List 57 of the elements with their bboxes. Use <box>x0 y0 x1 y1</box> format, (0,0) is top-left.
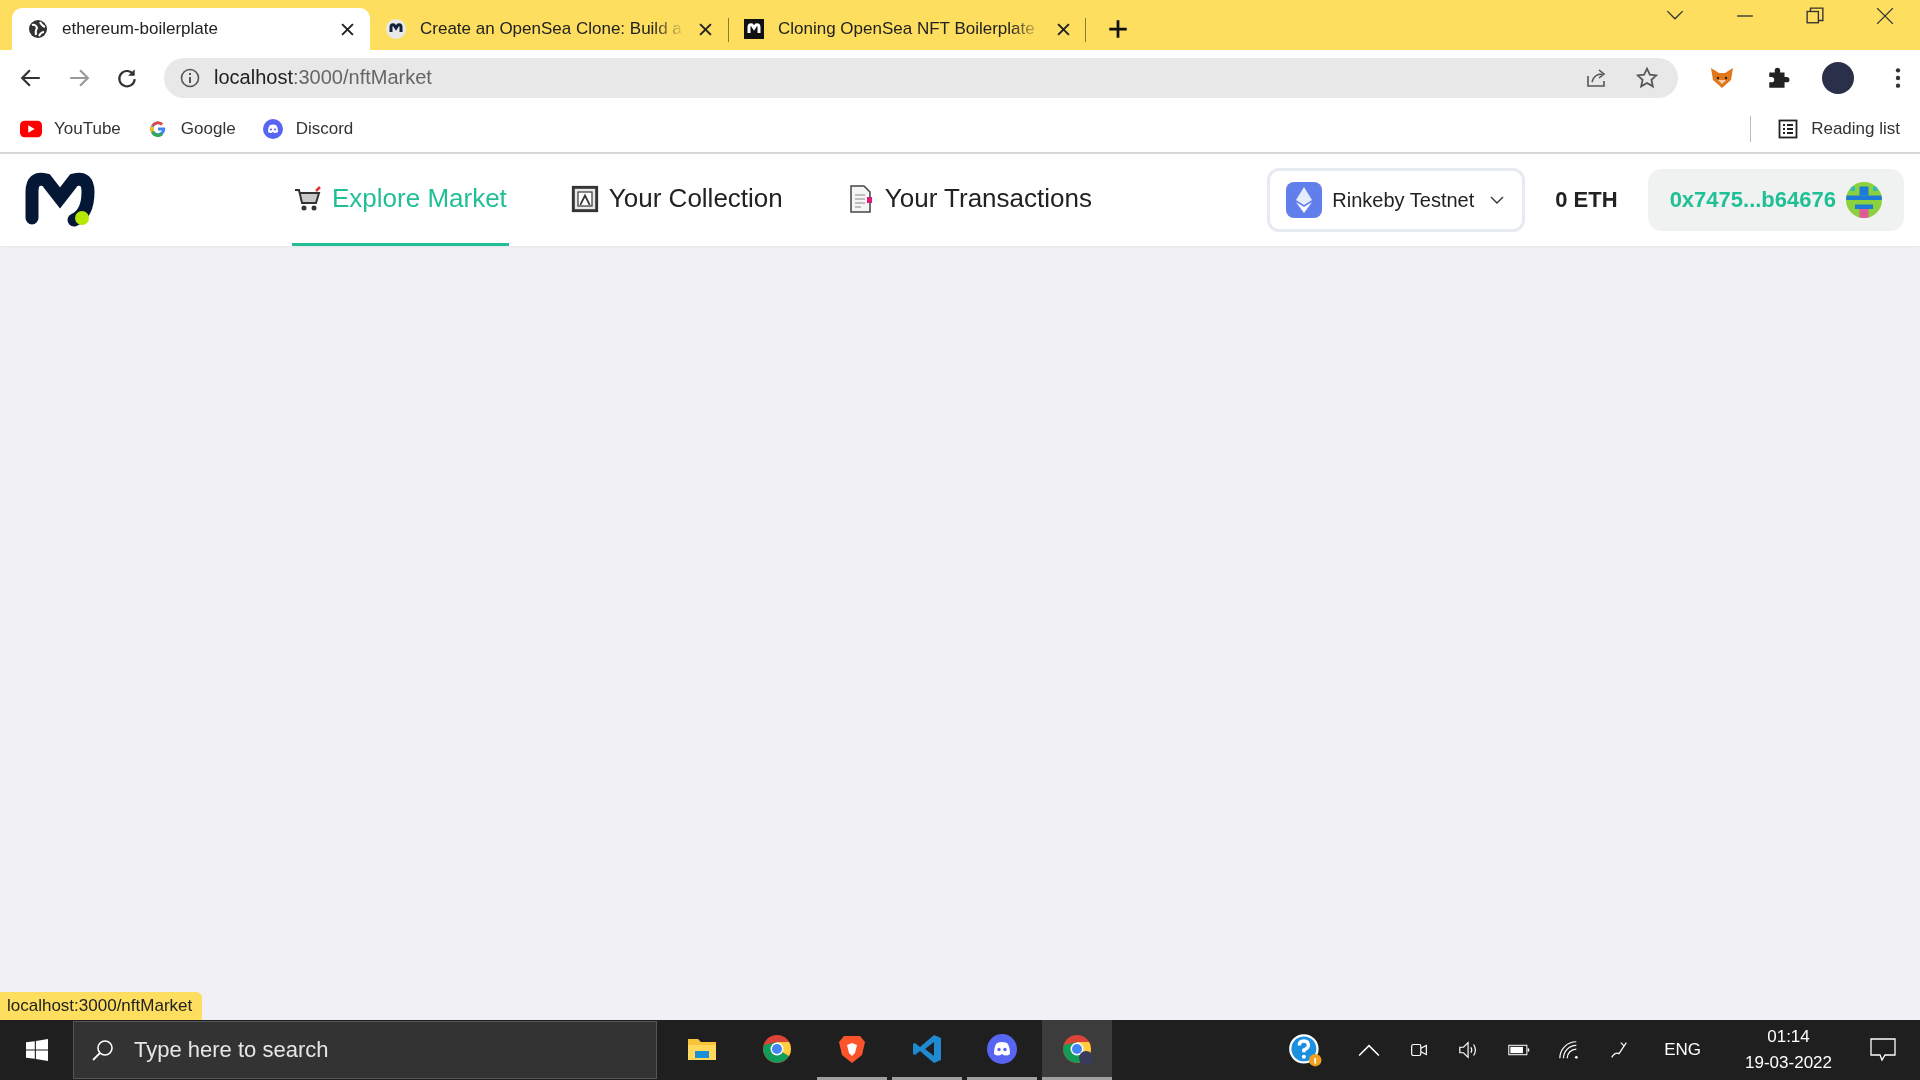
cart-icon <box>294 184 322 213</box>
star-icon[interactable] <box>1636 66 1658 89</box>
globe-icon <box>28 19 48 39</box>
wifi-icon[interactable] <box>1558 1039 1581 1061</box>
share-icon[interactable] <box>1586 66 1608 89</box>
discord-icon <box>986 1032 1018 1065</box>
url-text: localhost:3000/nftMarket <box>214 66 432 89</box>
bookmark-link[interactable]: Discord <box>261 118 354 139</box>
taskbar-search-field[interactable]: Type here to search <box>73 1021 657 1079</box>
browser-tab[interactable]: ethereum-boilerplate <box>12 8 370 50</box>
identicon-icon <box>1846 182 1882 218</box>
tab-title: Create an OpenSea Clone: Build a <box>420 19 683 39</box>
discord-icon <box>261 118 284 139</box>
balance-text: 0 ETH <box>1555 187 1618 213</box>
picture-frame-icon <box>570 184 599 213</box>
reload-icon[interactable] <box>116 66 138 89</box>
notification-icon[interactable] <box>1870 1038 1896 1062</box>
taskbar-app-button[interactable] <box>1042 1020 1112 1080</box>
browser-icon <box>761 1032 793 1065</box>
play-icon <box>20 118 42 139</box>
nav-tab[interactable]: Your Transactions <box>844 154 1094 246</box>
bookmark-link[interactable]: Google <box>146 118 236 139</box>
browser-icon <box>1061 1032 1093 1065</box>
ethereum-icon <box>1286 182 1323 218</box>
language-indicator[interactable]: ENG <box>1664 1040 1702 1060</box>
search-icon <box>92 1039 114 1061</box>
close-icon[interactable] <box>1057 22 1070 36</box>
code-editor-icon <box>911 1032 943 1065</box>
status-link-tooltip: localhost:3000/nftMarket <box>0 992 203 1020</box>
info-icon <box>180 67 200 88</box>
close-icon[interactable] <box>699 22 712 36</box>
profile-avatar[interactable] <box>1822 61 1854 94</box>
browser-tab[interactable]: Create an OpenSea Clone: Build a <box>370 8 728 50</box>
browser-tab[interactable]: Cloning OpenSea NFT Boilerplate <box>728 8 1086 50</box>
tab-title: ethereum-boilerplate <box>62 19 219 39</box>
logo-icon <box>744 19 764 39</box>
network-selector[interactable]: Rinkeby Testnet <box>1267 168 1526 232</box>
fox-icon[interactable] <box>1710 65 1734 90</box>
tab-title: Cloning OpenSea NFT Boilerplate <box>778 19 1036 39</box>
new-tab-icon[interactable] <box>1108 19 1128 39</box>
close-icon[interactable] <box>1876 6 1894 25</box>
chevron-down-icon <box>1490 195 1505 205</box>
puzzle-icon[interactable] <box>1766 65 1790 90</box>
chevron-down-icon[interactable] <box>1666 10 1684 21</box>
close-icon[interactable] <box>341 22 354 36</box>
reading-list-button[interactable]: Reading list <box>1777 118 1900 139</box>
nav-tab[interactable]: Your Collection <box>568 154 785 246</box>
date-text: 19-03-2022 <box>1745 1053 1832 1073</box>
help-icon[interactable] <box>1288 1033 1323 1067</box>
restore-icon[interactable] <box>1806 6 1824 25</box>
clock[interactable]: 01:14 19-03-2022 <box>1745 1027 1832 1073</box>
windows-start-icon[interactable] <box>26 1039 48 1061</box>
time-text: 01:14 <box>1767 1027 1810 1047</box>
bookmark-link[interactable]: YouTube <box>20 118 121 139</box>
list-icon <box>1777 118 1800 139</box>
logo-icon <box>386 19 406 39</box>
address-bar[interactable]: localhost:3000/nftMarket <box>164 57 1678 98</box>
